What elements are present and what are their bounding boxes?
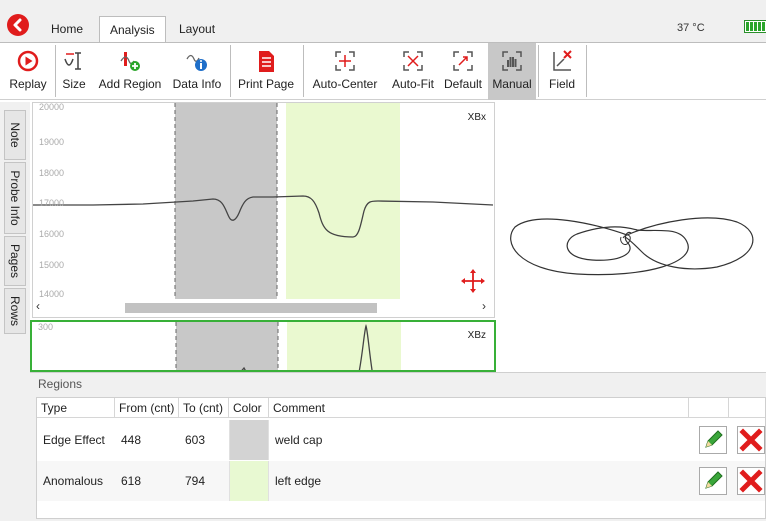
cell-to: 603: [185, 433, 206, 447]
y-tick: 14000: [39, 289, 65, 299]
color-swatch[interactable]: [229, 461, 269, 501]
tab-analysis[interactable]: Analysis: [99, 16, 166, 44]
table-row[interactable]: Edge Effect 448 603 weld cap: [37, 420, 765, 460]
impedance-plane-plot[interactable]: [497, 102, 766, 372]
channel-label-xbx: XBx: [467, 112, 486, 123]
column-header-comment[interactable]: Comment: [269, 398, 689, 418]
strip-chart-xbx[interactable]: 20000 19000 18000 17000 16000 15000 1400…: [32, 102, 495, 318]
print-page-button[interactable]: Print Page: [234, 43, 298, 100]
xbx-trace-canvas: [33, 103, 494, 299]
delete-button[interactable]: [737, 426, 765, 454]
cell-from: 618: [121, 474, 142, 488]
print-page-label: Print Page: [237, 77, 295, 91]
horizontal-scrollbar[interactable]: ‹ ›: [33, 299, 494, 317]
regions-panel: Regions Type From (cnt) To (cnt) Color C…: [30, 372, 766, 521]
temperature-readout: 37 °C: [677, 22, 705, 34]
auto-center-icon: [335, 51, 355, 71]
replay-icon: [17, 50, 39, 72]
crosshair-move-icon: [461, 269, 485, 293]
cell-comment: left edge: [275, 474, 322, 488]
scroll-thumb[interactable]: [125, 303, 377, 313]
auto-center-button[interactable]: Auto-Center: [306, 43, 384, 100]
side-tab-strip: Note Probe Info Pages Rows: [0, 102, 30, 521]
replay-label: Replay: [9, 77, 47, 91]
delete-button[interactable]: [737, 467, 765, 495]
auto-fit-icon: [403, 51, 423, 71]
default-icon: [453, 51, 473, 71]
manual-label: Manual: [492, 77, 532, 91]
edit-button[interactable]: [699, 426, 727, 454]
replay-button[interactable]: Replay: [2, 43, 54, 100]
cell-type: Edge Effect: [43, 433, 105, 447]
y-tick: 18000: [39, 168, 65, 178]
column-header-from[interactable]: From (cnt): [115, 398, 179, 418]
side-tab-pages[interactable]: Pages: [4, 236, 26, 286]
back-button[interactable]: [7, 14, 29, 36]
field-button[interactable]: Field: [542, 43, 582, 100]
cell-type: Anomalous: [43, 474, 104, 488]
field-icon: [553, 50, 572, 71]
y-tick: 300: [38, 322, 54, 332]
y-tick: 16000: [39, 229, 65, 239]
back-arrow-icon: [13, 18, 22, 32]
side-tab-rows[interactable]: Rows: [4, 288, 26, 334]
close-icon: [739, 428, 763, 452]
channel-label-xbz: XBz: [467, 330, 486, 341]
column-header-delete: [729, 398, 765, 418]
column-header-color[interactable]: Color: [229, 398, 269, 418]
impedance-trace: [510, 217, 754, 276]
manual-button[interactable]: Manual: [488, 43, 536, 100]
tab-home[interactable]: Home: [41, 16, 93, 43]
side-tab-note[interactable]: Note: [4, 110, 26, 160]
color-swatch[interactable]: [229, 420, 269, 460]
y-tick: 20000: [39, 102, 65, 112]
auto-center-label: Auto-Center: [312, 77, 378, 91]
regions-title: Regions: [38, 377, 83, 391]
scroll-right-arrow[interactable]: ›: [482, 299, 486, 313]
y-tick: 15000: [39, 260, 65, 270]
print-page-icon: [259, 51, 274, 72]
data-info-label: Data Info: [172, 77, 222, 91]
strip-chart-xbz[interactable]: 300 XBz: [30, 320, 496, 372]
add-region-label: Add Region: [98, 77, 162, 91]
field-label: Field: [548, 77, 575, 91]
column-header-edit: [689, 398, 729, 418]
auto-fit-button[interactable]: Auto-Fit: [386, 43, 440, 100]
column-header-type[interactable]: Type: [37, 398, 115, 418]
pencil-icon: [705, 430, 723, 448]
data-info-button[interactable]: Data Info: [168, 43, 226, 100]
add-region-icon: [120, 52, 140, 71]
hand-icon: [502, 51, 522, 71]
y-tick: 17000: [39, 198, 65, 208]
default-button[interactable]: Default: [440, 43, 486, 100]
data-info-icon: [186, 54, 207, 71]
cell-comment: weld cap: [275, 433, 323, 447]
close-icon: [739, 469, 763, 493]
edit-button[interactable]: [699, 467, 727, 495]
cell-to: 794: [185, 474, 206, 488]
y-tick: 19000: [39, 137, 65, 147]
size-label: Size: [62, 77, 86, 91]
auto-fit-label: Auto-Fit: [391, 77, 434, 91]
xbz-trace-canvas: [175, 322, 401, 370]
scroll-left-arrow[interactable]: ‹: [36, 299, 40, 313]
regions-table: Type From (cnt) To (cnt) Color Comment E…: [36, 397, 766, 519]
table-row[interactable]: Anomalous 618 794 left edge: [37, 461, 765, 501]
pencil-icon: [705, 471, 723, 489]
side-tab-probe-info[interactable]: Probe Info: [4, 162, 26, 234]
size-button[interactable]: Size: [58, 43, 90, 100]
cell-from: 448: [121, 433, 142, 447]
default-label: Default: [443, 77, 483, 91]
tab-bar: Home Analysis Layout 37 °C: [0, 0, 766, 44]
add-region-button[interactable]: Add Region: [94, 43, 166, 100]
toolbar: Replay Size Add Region Data Info Print P…: [0, 42, 766, 100]
battery-icon: [744, 20, 766, 33]
column-header-to[interactable]: To (cnt): [179, 398, 229, 418]
size-icon: [64, 52, 81, 70]
tab-layout[interactable]: Layout: [169, 16, 225, 43]
